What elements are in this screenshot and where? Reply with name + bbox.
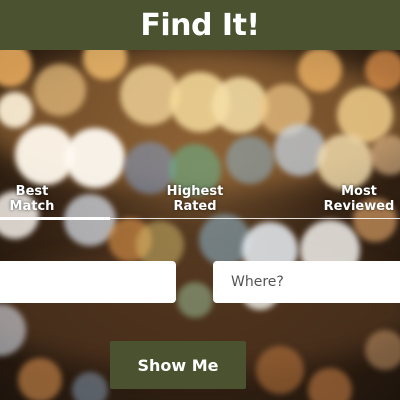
show-me-button[interactable]: Show Me [110, 341, 246, 389]
tab-best-match-label-line2: Match [9, 199, 55, 214]
app-header: Find It! [0, 0, 400, 50]
where-input[interactable] [213, 261, 400, 303]
tab-highest-rated-label-line1: Highest [166, 184, 224, 199]
tab-best-match-label-line1: Best [15, 184, 49, 199]
tab-highest-rated-label-line2: Rated [173, 199, 217, 214]
app-root: Find It! Best Match Highest Rated Most R… [0, 0, 400, 400]
tab-best-match[interactable]: Best Match [2, 184, 62, 214]
tab-most-reviewed-label-line1: Most [341, 184, 377, 199]
tab-most-reviewed-label-line2: Reviewed [323, 199, 395, 214]
tab-active-indicator [0, 217, 110, 220]
app-title: Find It! [140, 7, 260, 43]
tab-most-reviewed[interactable]: Most Reviewed [318, 184, 400, 214]
tab-highest-rated[interactable]: Highest Rated [155, 184, 235, 214]
what-input[interactable] [0, 261, 176, 303]
